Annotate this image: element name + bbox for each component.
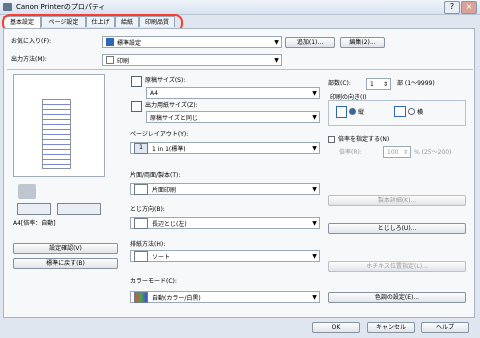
cancel-button[interactable]: キャンセル (367, 322, 415, 333)
scaling-label: 倍率を指定する(N) (338, 136, 390, 143)
page-preview (42, 99, 71, 169)
settings-check-button[interactable]: 設定確認(V) (13, 243, 118, 254)
binding-icon (134, 217, 148, 229)
close-button[interactable]: × (461, 1, 477, 14)
title-bar: Canon Printerのプロパティ ? × (0, 0, 480, 15)
original-size-label: 原稿サイズ(S): (145, 77, 186, 84)
ok-button[interactable]: OK (312, 322, 360, 333)
duplex-select[interactable]: 片面印刷 ▼ (130, 183, 320, 195)
help-button-footer[interactable]: ヘルプ (421, 322, 469, 333)
print-icon (106, 56, 114, 64)
copies-value: 1 (370, 80, 374, 88)
binding-details-button[interactable]: 製本詳細(K)... (328, 195, 466, 206)
binding-select[interactable]: 長辺とじ(左) ▼ (130, 217, 320, 229)
divider (7, 69, 473, 70)
color-mode-label: カラーモード(C): (130, 278, 177, 285)
original-size-select[interactable]: A4 ▼ (146, 87, 320, 99)
landscape-label: 横 (417, 109, 424, 116)
output-method-value: 印刷 (117, 57, 130, 65)
output-paper-value: 原稿サイズと同じ (150, 114, 198, 122)
spinner-icon: ⇕ (382, 80, 389, 88)
landscape-radio[interactable] (408, 108, 415, 115)
staple-position-button[interactable]: ホチキス位置指定(L)... (328, 261, 466, 272)
restore-defaults-button[interactable]: 標準に戻す(B) (13, 258, 118, 269)
portrait-radio[interactable] (349, 108, 356, 115)
edit-favorite-button[interactable]: 編集(2)... (340, 37, 385, 48)
duplex-label: 片面/両面/製本(T): (130, 172, 181, 179)
copies-label: 部数(C): (328, 80, 351, 87)
original-size-value: A4 (150, 89, 158, 97)
discharge-value: ソート (152, 253, 171, 261)
spinner-icon: ⇕ (402, 148, 409, 156)
color-mode-select[interactable]: 自動(カラー/白黒) ▼ (130, 291, 320, 303)
chevron-down-icon: ▼ (312, 185, 317, 193)
discharge-label: 排紙方法(H): (130, 241, 166, 248)
scaling-rate-label: 倍率(R): (339, 149, 362, 156)
scaling-unit: % (25〜200) (414, 149, 452, 156)
chevron-down-icon: ▼ (312, 293, 317, 301)
layout-select[interactable]: 1 1 in 1(標準) ▼ (130, 142, 320, 154)
printer-icon (3, 3, 12, 11)
layout-label: ページレイアウト(Y): (130, 131, 189, 138)
chevron-down-icon: ▼ (312, 89, 317, 97)
output-method-label: 出力方法(M): (11, 56, 47, 63)
output-paper-label: 出力用紙サイズ(Z): (145, 102, 198, 109)
chevron-down-icon: ▼ (274, 56, 279, 64)
scaling-checkbox[interactable] (328, 136, 335, 143)
output-method-select[interactable]: 印刷 ▼ (102, 54, 282, 66)
chevron-down-icon: ▼ (312, 252, 317, 260)
portrait-icon (336, 106, 347, 118)
copies-input[interactable]: 1 ⇕ (366, 78, 391, 90)
duplex-icon (134, 183, 148, 195)
portrait-label: 縦 (358, 109, 365, 116)
layout-icon[interactable] (17, 203, 51, 215)
output-size-icon (131, 101, 142, 112)
window-title: Canon Printerのプロパティ (16, 3, 106, 11)
margin-button[interactable]: とじしろ(U)... (328, 223, 466, 234)
favorites-select[interactable]: 標準設定 ▼ (102, 36, 282, 48)
help-button[interactable]: ? (444, 1, 460, 14)
color-icon[interactable] (57, 203, 101, 215)
output-paper-select[interactable]: 原稿サイズと同じ ▼ (146, 111, 320, 123)
chevron-down-icon: ▼ (274, 38, 279, 46)
layout-value: 1 in 1(標準) (152, 145, 186, 153)
binding-label: とじ方向(B): (130, 206, 165, 213)
discharge-select[interactable]: ソート ▼ (130, 250, 320, 262)
preview-caption: A4[倍率：自動] (13, 220, 56, 227)
landscape-icon (394, 106, 406, 117)
chevron-down-icon: ▼ (312, 219, 317, 227)
scaling-rate-input[interactable]: 100 ⇕ (383, 146, 411, 158)
chevron-down-icon: ▼ (312, 113, 317, 121)
scaling-rate-value: 100 (387, 148, 399, 156)
layout-icon: 1 (134, 142, 148, 154)
duplex-value: 片面印刷 (152, 186, 177, 194)
copies-unit: 部 (1〜9999) (397, 80, 435, 87)
favorites-value: 標準設定 (117, 39, 142, 47)
favorites-label: お気に入り(F): (11, 38, 52, 45)
add-favorite-button[interactable]: 追加(1)... (285, 37, 335, 48)
paper-size-icon (131, 76, 142, 87)
printer-icon (18, 184, 36, 199)
discharge-icon (134, 250, 148, 262)
chevron-down-icon: ▼ (312, 144, 317, 152)
color-mode-value: 自動(カラー/白黒) (152, 294, 201, 302)
color-settings-button[interactable]: 色調の設定(E)... (328, 292, 466, 303)
binding-value: 長辺とじ(左) (152, 220, 187, 228)
favorites-icon (106, 38, 114, 46)
color-mode-icon (134, 291, 148, 303)
